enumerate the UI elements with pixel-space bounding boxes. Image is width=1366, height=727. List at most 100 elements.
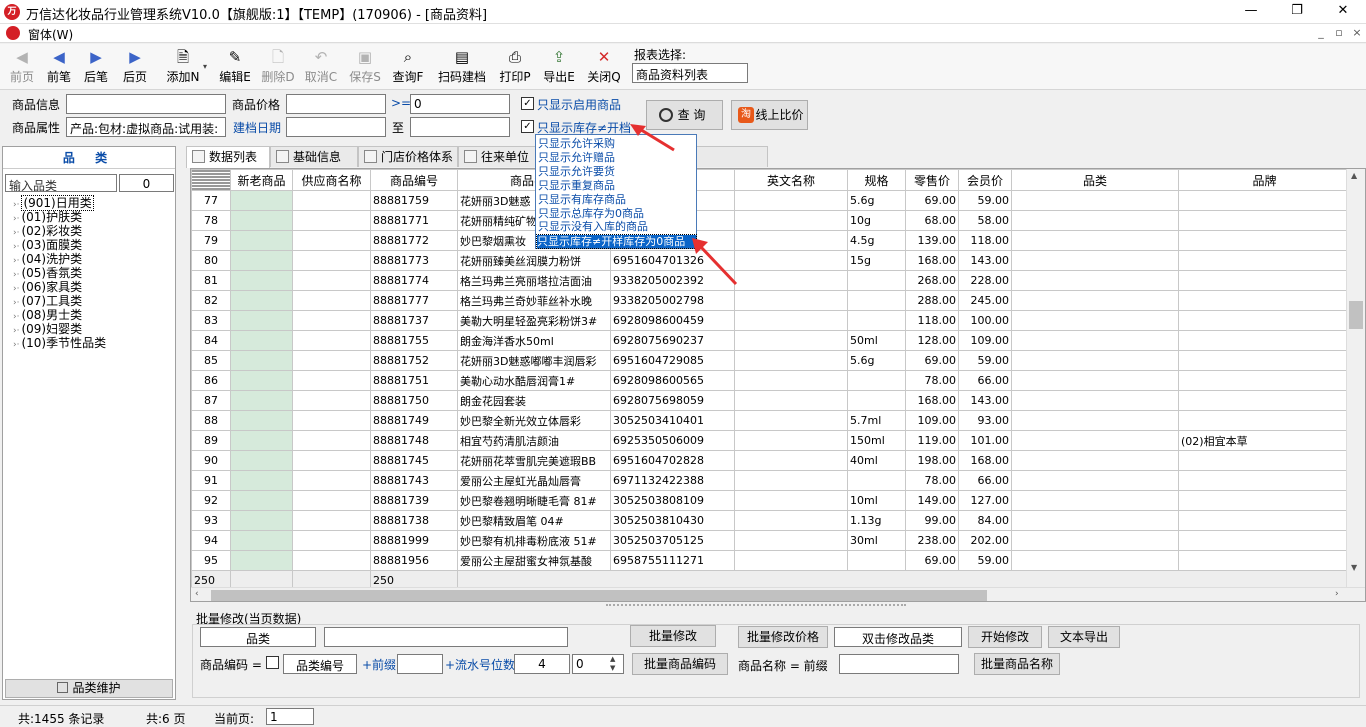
table-cell[interactable] [734,310,848,331]
table-cell[interactable] [1011,370,1179,391]
table-cell[interactable]: 84 [191,330,231,351]
table-cell[interactable] [1178,370,1351,391]
table-cell[interactable]: 168.00 [905,390,959,411]
table-cell[interactable]: 88881752 [370,350,458,371]
table-cell[interactable] [1178,250,1351,271]
table-cell[interactable]: 15g [847,250,906,271]
category-tree-item[interactable]: ›· (02)彩妆类 [13,222,82,238]
table-cell[interactable] [292,370,371,391]
table-row[interactable]: 84 88881755 朗金海洋香水50ml 6928075690237 50ml 128… [191,330,1351,351]
table-cell[interactable]: 格兰玛弗兰亮丽塔拉洁面油 [457,270,611,291]
table-cell[interactable]: 3052503808109 [610,490,735,511]
table-cell[interactable]: 88881749 [370,410,458,431]
table-cell[interactable]: 88881738 [370,510,458,531]
table-cell[interactable] [1178,330,1351,351]
table-cell[interactable]: 83 [191,310,231,331]
table-cell[interactable] [292,450,371,471]
table-cell[interactable]: 88881755 [370,330,458,351]
table-cell[interactable]: 5.7ml [847,410,906,431]
add-dropdown-chevron-icon[interactable]: ▾ [203,62,207,71]
table-cell[interactable]: 288.00 [905,290,959,311]
table-cell[interactable]: 81 [191,270,231,291]
table-cell[interactable] [292,310,371,331]
table-cell[interactable]: 59.00 [958,550,1012,571]
category-tree-item[interactable]: ›· (10)季节性品类 [13,334,106,350]
table-cell[interactable]: 143.00 [958,390,1012,411]
dropdown-option[interactable]: 只显示库存≠开样库存为0商品 [536,234,697,249]
table-cell[interactable] [230,430,293,451]
table-cell[interactable]: 139.00 [905,230,959,251]
table-cell[interactable] [847,370,906,391]
table-cell[interactable]: 88881750 [370,390,458,411]
table-cell[interactable]: 89 [191,430,231,451]
table-cell[interactable]: 128.00 [905,330,959,351]
category-search-input[interactable]: 输入品类 [5,174,117,192]
table-cell[interactable] [1178,270,1351,291]
table-cell[interactable]: 6925350506009 [610,430,735,451]
table-cell[interactable]: 245.00 [958,290,1012,311]
table-cell[interactable]: 109.00 [958,330,1012,351]
tab-3[interactable]: 往来单位 [458,146,540,167]
table-cell[interactable] [734,330,848,351]
table-cell[interactable] [734,350,848,371]
category-tree-item[interactable]: ›· (05)香氛类 [13,264,82,280]
table-cell[interactable] [1011,530,1179,551]
date-from-input[interactable] [286,117,386,137]
table-cell[interactable]: 88881737 [370,310,458,331]
show-enabled-checkbox[interactable]: ✓ [521,97,534,110]
toolbar-button-9[interactable]: ⌕ 查询F [388,46,428,86]
table-row[interactable]: 77 88881759 花妍丽3D魅惑 5.6g 69.00 59.00 [191,190,1351,211]
table-cell[interactable] [1011,210,1179,231]
table-cell[interactable]: (02)相宜本草 [1178,430,1351,451]
table-cell[interactable] [292,270,371,291]
mdi-minimize-icon[interactable]: _ [1314,26,1328,40]
table-cell[interactable]: 3052503705125 [610,530,735,551]
table-cell[interactable]: 90 [191,450,231,471]
table-cell[interactable]: 88881743 [370,470,458,491]
table-cell[interactable]: 朗金花园套装 [457,390,611,411]
scroll-up-icon[interactable]: ▲ [1351,171,1357,180]
toolbar-button-2[interactable]: ▶ 后笔 [79,46,113,86]
table-cell[interactable]: 149.00 [905,490,959,511]
category-tree-item[interactable]: ›· (03)面膜类 [13,236,82,252]
table-cell[interactable]: 妙巴黎精致眉笔 04# [457,510,611,531]
vertical-scroll-thumb[interactable] [1349,301,1363,329]
table-cell[interactable]: 88881777 [370,290,458,311]
date-to-input[interactable] [410,117,510,137]
table-cell[interactable]: 119.00 [905,430,959,451]
table-cell[interactable] [734,470,848,491]
table-cell[interactable]: 6958755111271 [610,550,735,571]
text-export-button[interactable]: 文本导出 [1048,626,1120,648]
table-cell[interactable] [734,530,848,551]
table-cell[interactable] [1011,550,1179,571]
table-cell[interactable]: 4.5g [847,230,906,251]
dblclick-category-field[interactable]: 双击修改品类 [834,627,962,647]
table-row[interactable]: 80 88881773 花妍丽臻美丝润膜力粉饼 6951604701326 15g 168… [191,250,1351,271]
table-cell[interactable] [734,190,848,211]
table-cell[interactable]: 美勒心动水酷唇润膏1# [457,370,611,391]
code-checkbox[interactable] [266,656,279,669]
table-cell[interactable]: 84.00 [958,510,1012,531]
table-cell[interactable]: 40ml [847,450,906,471]
table-cell[interactable]: 妙巴黎有机排毒粉底液 51# [457,530,611,551]
table-cell[interactable]: 30ml [847,530,906,551]
table-cell[interactable] [230,350,293,371]
table-cell[interactable]: 198.00 [905,450,959,471]
table-cell[interactable]: 6951604702828 [610,450,735,471]
column-header[interactable]: 会员价 [958,169,1012,191]
toolbar-button-5[interactable]: ✎ 编辑E [215,46,255,86]
table-cell[interactable] [230,450,293,471]
column-header[interactable]: 品类 [1011,169,1179,191]
table-cell[interactable]: 1.13g [847,510,906,531]
tab-2[interactable]: 门店价格体系 [358,146,458,167]
table-row[interactable]: 78 88881771 花妍丽精纯矿物 10g 68.00 58.00 [191,210,1351,231]
table-cell[interactable] [292,510,371,531]
batch-category-input[interactable] [324,627,568,647]
table-cell[interactable] [1178,230,1351,251]
table-row[interactable]: 90 88881745 花妍丽花萃雪肌完美遮瑕BB 6951604702828 40ml… [191,450,1351,471]
batch-name-button[interactable]: 批量商品名称 [974,653,1060,675]
table-cell[interactable]: 6928075690237 [610,330,735,351]
table-cell[interactable]: 94 [191,530,231,551]
table-cell[interactable]: 格兰玛弗兰奇妙菲丝补水晚 [457,290,611,311]
table-cell[interactable]: 50ml [847,330,906,351]
